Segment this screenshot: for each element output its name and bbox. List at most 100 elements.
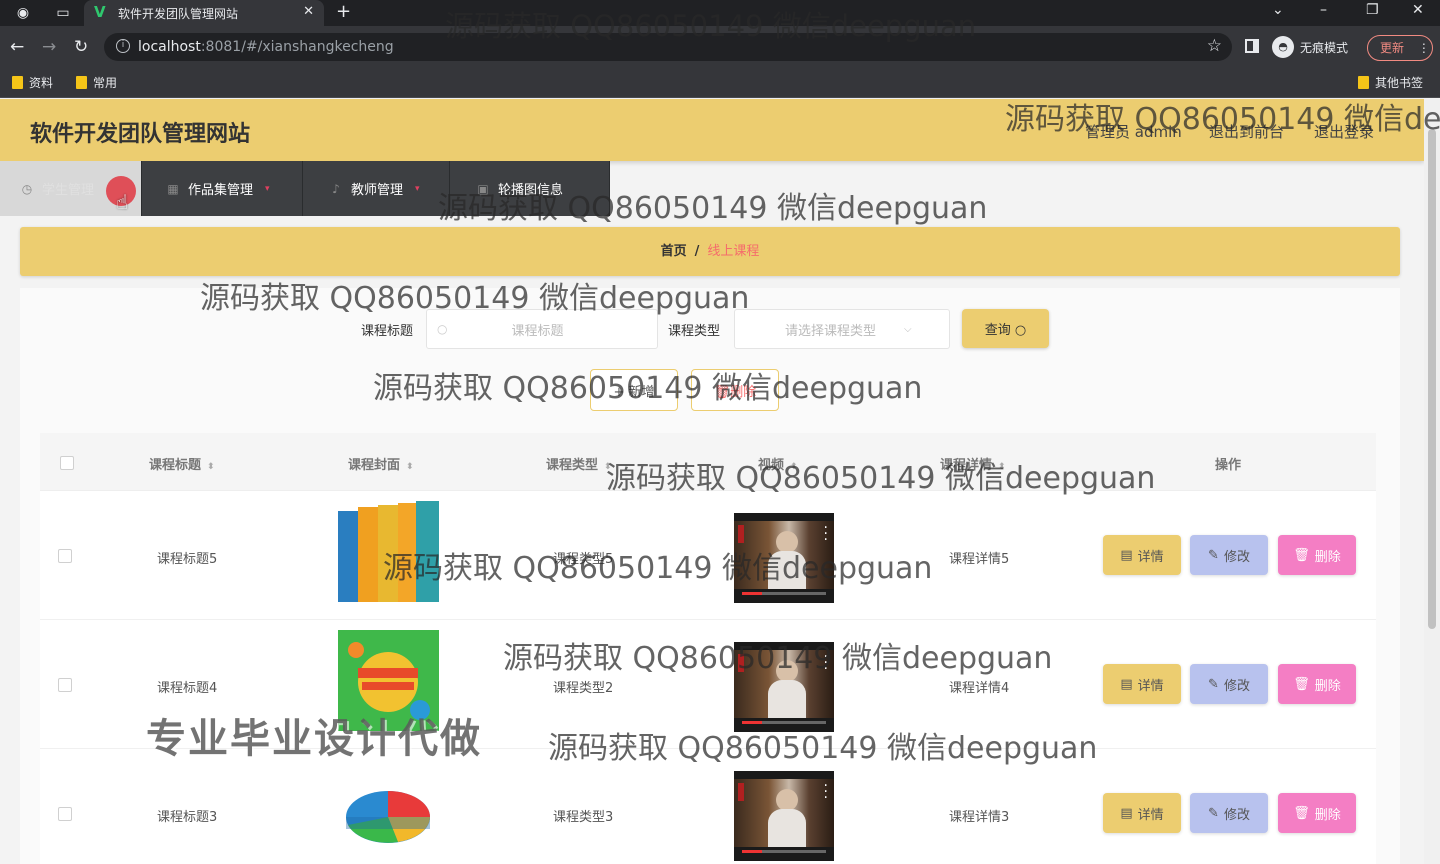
bookmark-star-icon[interactable]: ☆ [1207,36,1222,56]
reload-icon[interactable]: ↻ [74,37,88,57]
close-window-icon[interactable]: ✕ [1412,2,1424,18]
menu-item-teachers[interactable]: ♪ 教师管理 ▾ [303,161,450,216]
chevron-down-icon: ⌵ [904,323,912,335]
page-scrollbar[interactable] [1424,99,1440,864]
course-video[interactable]: · · · [734,513,834,603]
back-icon[interactable]: ← [10,37,24,57]
image-icon: ▣ [477,181,489,196]
window-icon[interactable]: ▭ [54,4,72,22]
sort-icon[interactable]: ⬍ [998,462,1006,472]
url-field[interactable]: i localhost:8081/#/xianshangkecheng ☆ [104,33,1232,61]
row-checkbox[interactable] [58,807,72,821]
trash-icon: 🗑 [1293,547,1310,563]
col-header-title[interactable]: 课程标题 ⬍ [149,454,215,473]
logout-link[interactable]: 退出登录 [1314,121,1374,142]
side-panel-icon[interactable] [1245,39,1259,53]
browser-menu-icon[interactable]: ◉ [14,4,32,22]
hand-cursor-icon: ☝ [116,190,129,214]
detail-button[interactable]: ▤ 详情 [1103,793,1181,833]
video-progress[interactable] [742,850,826,853]
col-header-actions: 操作 [1215,458,1242,473]
clock-icon: ◷ [21,181,33,196]
url-text: localhost:8081/#/xianshangkecheng [138,39,394,55]
row-checkbox[interactable] [58,678,72,692]
cell-type: 课程类型2 [553,681,614,696]
video-progress[interactable] [742,592,826,595]
course-video[interactable]: · · · [734,642,834,732]
col-header-type[interactable]: 课程类型 ⬍ [546,454,612,473]
site-info-icon[interactable]: i [116,39,130,53]
title-search-input[interactable]: ○ 课程标题 [426,309,658,349]
search-icon: ○ [1014,323,1027,338]
edit-button[interactable]: ✎ 修改 [1190,535,1268,575]
bookmarks-bar: 资料 常用 其他书签 [0,68,1440,98]
incognito-indicator[interactable]: ◓ 无痕模式 [1272,34,1348,60]
detail-button[interactable]: ▤ 详情 [1103,535,1181,575]
select-all-checkbox[interactable] [60,456,74,470]
table-header: 课程标题 ⬍ 课程封面 ⬍ 课程类型 ⬍ 视频 ⬍ 课程详情 ⬍ 操作 [40,433,1376,491]
bookmark-folder-changyong[interactable]: 常用 [76,74,117,91]
sort-icon[interactable]: ⬍ [207,462,215,472]
row-checkbox[interactable] [58,549,72,563]
scroll-thumb[interactable] [1428,129,1436,629]
more-options-icon[interactable]: · · · [824,521,828,547]
col-header-detail[interactable]: 课程详情 ⬍ [940,454,1006,473]
chevron-down-icon: ▾ [415,183,420,194]
query-button[interactable]: 查询 ○ [962,309,1049,348]
sort-icon[interactable]: ⬍ [790,462,798,472]
cell-type: 课程类型3 [553,810,614,825]
course-table: 课程标题 ⬍ 课程封面 ⬍ 课程类型 ⬍ 视频 ⬍ 课程详情 ⬍ 操作 课程标题5 课程类… [40,433,1376,864]
more-options-icon[interactable]: · · · [824,779,828,805]
batch-delete-button[interactable]: 🗑删除 [691,369,779,411]
detail-button[interactable]: ▤ 详情 [1103,664,1181,704]
add-button[interactable]: + 新增 [590,369,678,411]
col-header-cover[interactable]: 课程封面 ⬍ [348,454,414,473]
video-progress[interactable] [742,721,826,724]
course-video[interactable]: · · · [734,771,834,861]
type-select[interactable]: 请选择课程类型 ⌵ [734,309,950,349]
sort-icon[interactable]: ⬍ [604,462,612,472]
pencil-icon: ✎ [1208,805,1219,821]
trash-icon: 🗑 [713,384,731,400]
cell-detail: 课程详情3 [949,810,1010,825]
maximize-icon[interactable]: ❐ [1366,2,1379,18]
other-bookmarks[interactable]: 其他书签 [1358,74,1423,91]
menu-item-portfolio[interactable]: ▦ 作品集管理 ▾ [142,161,303,216]
tab-search-icon[interactable]: ⌄ [1272,2,1284,18]
breadcrumb-current: 线上课程 [707,244,760,259]
col-header-video[interactable]: 视频 ⬍ [758,454,798,473]
type-label: 课程类型 [668,324,721,339]
back-to-front-link[interactable]: 退出到前台 [1209,121,1284,142]
edit-button[interactable]: ✎ 修改 [1190,793,1268,833]
cell-detail: 课程详情4 [949,681,1010,696]
cell-title: 课程标题3 [157,810,218,825]
delete-button[interactable]: 🗑 删除 [1278,535,1356,575]
breadcrumb: 首页 / 线上课程 [20,227,1400,276]
tab-title: 软件开发团队管理网站 [118,7,239,21]
site-title: 软件开发团队管理网站 [30,122,251,147]
trash-icon: 🗑 [1293,805,1310,821]
breadcrumb-home[interactable]: 首页 [661,244,687,259]
edit-button[interactable]: ✎ 修改 [1190,664,1268,704]
menu-item-carousel[interactable]: ▣ 轮播图信息 [450,161,610,216]
document-icon: ▤ [1120,547,1133,563]
row-divider [40,619,1376,620]
course-cover-image [338,769,439,864]
watermark-pro: 专业毕业设计代做 [146,716,482,762]
forward-icon[interactable]: → [42,37,56,57]
sort-icon[interactable]: ⬍ [406,462,414,472]
delete-button[interactable]: 🗑 删除 [1278,793,1356,833]
minimize-icon[interactable]: – [1320,2,1327,18]
breadcrumb-separator: / [694,244,700,259]
more-options-icon[interactable]: · · · [824,650,828,676]
delete-button[interactable]: 🗑 删除 [1278,664,1356,704]
grid-icon: ▦ [167,181,179,196]
browser-tab[interactable]: V 软件开发团队管理网站 ✕ [84,0,324,26]
address-bar-row: ← → ↻ i localhost:8081/#/xianshangkechen… [0,26,1440,68]
folder-icon [1358,76,1369,89]
update-button[interactable]: 更新 ⋮ [1367,35,1433,61]
bookmark-folder-ziliao[interactable]: 资料 [12,74,53,91]
new-tab-icon[interactable]: + [336,1,351,22]
tab-close-icon[interactable]: ✕ [303,4,314,19]
document-icon: ▤ [1120,805,1133,821]
